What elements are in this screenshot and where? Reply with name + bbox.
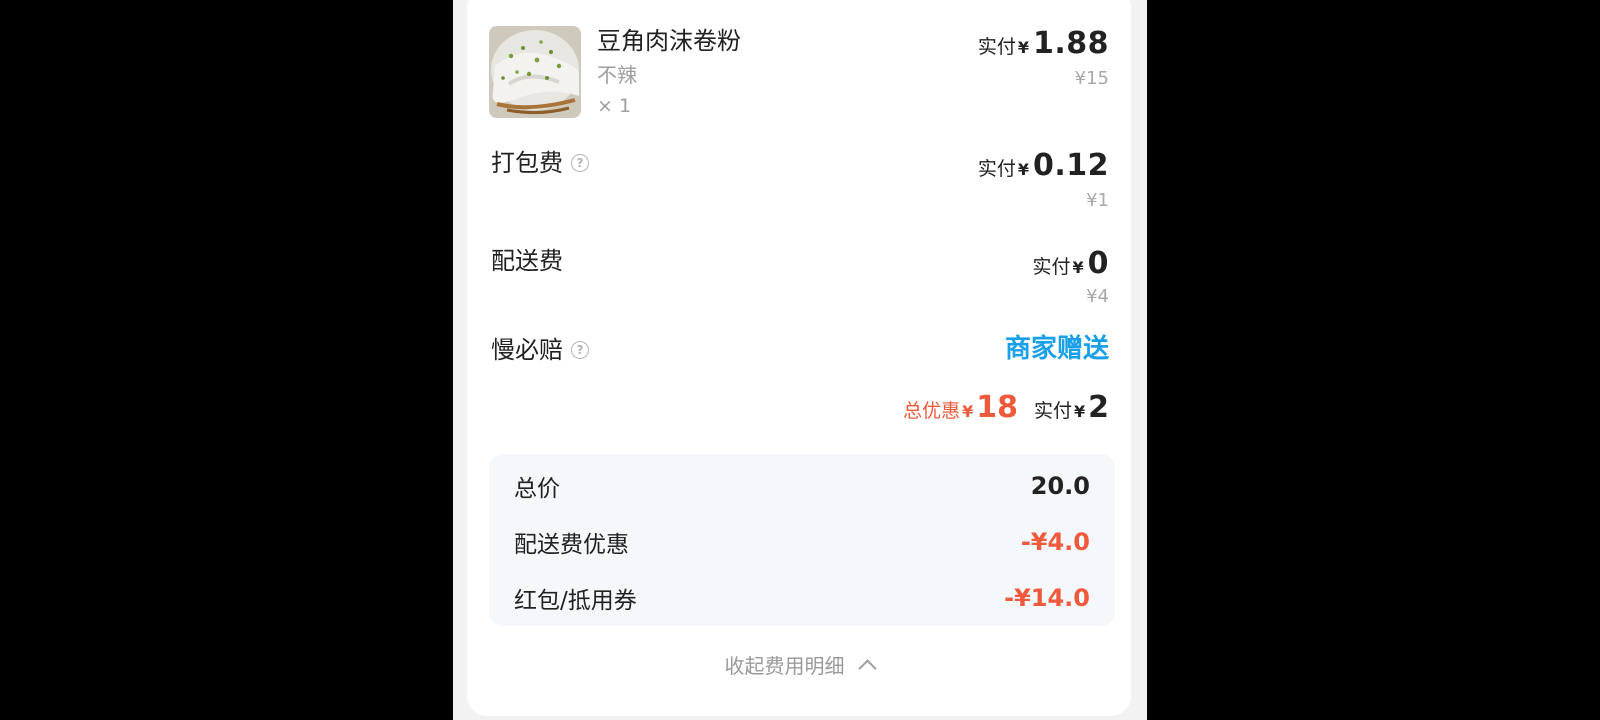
packing-fee-row: 打包费 ? <box>491 148 589 178</box>
collapse-label: 收起费用明细 <box>724 654 845 678</box>
food-thumbnail[interactable] <box>489 26 581 118</box>
currency-symbol: ¥ <box>1017 38 1029 57</box>
collapse-fee-detail-button[interactable]: 收起费用明细 <box>467 650 1131 679</box>
paid-amount: 0 <box>1087 246 1109 281</box>
help-icon[interactable]: ? <box>571 341 589 359</box>
help-icon[interactable]: ? <box>571 154 589 172</box>
item-spec: 不辣 <box>597 63 637 87</box>
item-quantity: × 1 <box>597 95 632 117</box>
breakdown-value: -¥14.0 <box>1004 584 1090 612</box>
merchant-gift-text: 商家赠送 <box>1004 334 1109 364</box>
breakdown-label: 总价 <box>514 476 560 502</box>
packing-fee-paid-price: 实付 ¥ 0.12 <box>978 148 1109 183</box>
late-compensation-row: 慢必赔 ? <box>491 335 589 365</box>
paid-amount: 0.12 <box>1032 148 1109 183</box>
paid-label: 实付 <box>977 158 1016 180</box>
paid-label: 实付 <box>1032 256 1071 278</box>
order-total-summary: 总优惠 ¥ 18 实付 ¥ 2 <box>903 390 1109 425</box>
breakdown-label: 红包/抵用券 <box>514 588 637 614</box>
breakdown-row: 配送费优惠 -¥4.0 <box>514 524 1090 560</box>
paid-label: 实付 <box>977 36 1016 58</box>
delivery-fee-label: 配送费 <box>491 247 563 275</box>
fee-detail-card: 豆角肉沫卷粉 不辣 × 1 实付 ¥ 1.88 ¥15 打包费 ? 实付 ¥ 0… <box>467 0 1131 716</box>
breakdown-value: -¥4.0 <box>1020 528 1090 556</box>
breakdown-label: 配送费优惠 <box>514 532 629 558</box>
total-discount-label: 总优惠 <box>903 400 961 422</box>
order-detail-screen: 豆角肉沫卷粉 不辣 × 1 实付 ¥ 1.88 ¥15 打包费 ? 实付 ¥ 0… <box>453 0 1147 720</box>
item-name: 豆角肉沫卷粉 <box>597 27 741 55</box>
paid-amount: 1.88 <box>1032 26 1109 61</box>
currency-symbol: ¥ <box>1017 160 1029 179</box>
item-paid-price: 实付 ¥ 1.88 <box>978 26 1109 61</box>
chevron-up-icon <box>857 659 877 678</box>
breakdown-row: 红包/抵用券 -¥14.0 <box>514 580 1090 616</box>
packing-fee-label: 打包费 <box>491 149 563 177</box>
late-compensation-label: 慢必赔 <box>491 336 563 364</box>
item-original-price: ¥15 <box>1074 68 1109 89</box>
total-paid-amount: 2 <box>1088 390 1109 425</box>
packing-fee-original-price: ¥1 <box>1086 190 1109 211</box>
delivery-fee-paid-price: 实付 ¥ 0 <box>1032 246 1109 281</box>
currency-symbol: ¥ <box>962 402 974 421</box>
breakdown-row: 总价 20.0 <box>514 468 1090 504</box>
delivery-fee-row: 配送费 <box>491 246 563 276</box>
currency-symbol: ¥ <box>1073 402 1086 421</box>
breakdown-value: 20.0 <box>1030 472 1090 500</box>
delivery-fee-original-price: ¥4 <box>1086 286 1109 307</box>
total-paid-label: 实付 <box>1033 400 1072 422</box>
price-breakdown-panel: 总价 20.0 配送费优惠 -¥4.0 红包/抵用券 -¥14.0 <box>489 454 1115 626</box>
total-discount-amount: 18 <box>976 390 1018 425</box>
food-image <box>489 26 581 118</box>
currency-symbol: ¥ <box>1072 258 1084 277</box>
